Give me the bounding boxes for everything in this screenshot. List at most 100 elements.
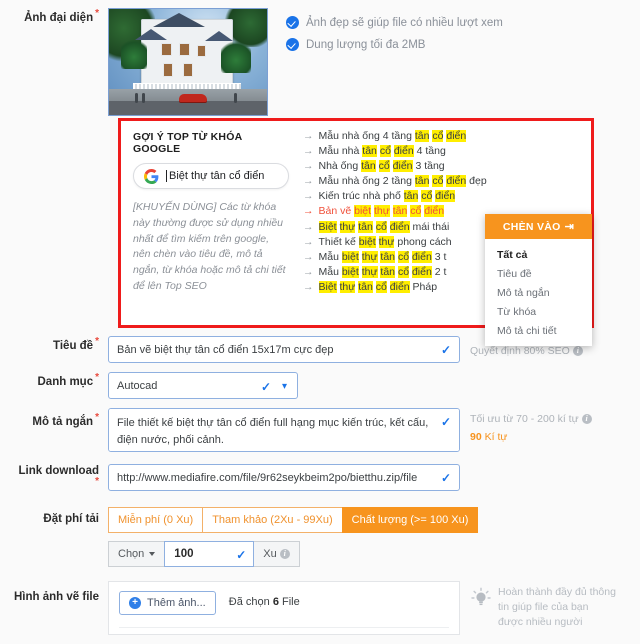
required-marker: * <box>95 372 99 383</box>
thumbnail-window <box>163 63 173 77</box>
fee-option[interactable]: Miễn phí (0 Xu) <box>108 507 203 533</box>
required-marker: * <box>95 412 99 423</box>
xu-amount-input[interactable] <box>164 541 255 567</box>
category-control: Autocad ✓ ▾ <box>108 372 298 399</box>
required-marker: * <box>95 336 99 347</box>
category-label: Danh mục * <box>0 372 108 389</box>
insert-dropdown-option[interactable]: Tiêu đề <box>485 264 592 283</box>
add-image-button[interactable]: + Thêm ảnh... <box>119 591 216 615</box>
keyword-suggestion-item[interactable]: → Kiến trúc nhà phố tân cổ điển <box>303 190 583 203</box>
chevron-down-icon[interactable]: ▾ <box>282 381 287 392</box>
fee-row: Đặt phí tải Miễn phí (0 Xu) Tham khảo (2X… <box>0 507 640 567</box>
bottom-note-text: Hoàn thành đầy đủ thông tin giúp file củ… <box>498 586 616 629</box>
insert-dropdown-header-label: CHÈN VÀO <box>502 221 561 233</box>
download-link-row: Link download* ✓ <box>0 464 640 491</box>
short-desc-label-text: Mô tả ngắn <box>32 415 94 428</box>
check-circle-icon <box>286 16 299 29</box>
category-select[interactable]: Autocad ✓ ▾ <box>108 372 298 399</box>
short-desc-optimal-range: Tối ưu từ 70 - 200 kí tự i <box>470 412 592 428</box>
keyword-suggestion-text: Biệt thự tân cổ điển mái thái <box>318 220 450 233</box>
download-link-label: Link download * <box>0 464 108 489</box>
images-box: + Thêm ảnh... Đã chọn 6 File <box>108 581 460 635</box>
insert-dropdown-option[interactable]: Từ khóa <box>485 302 592 321</box>
short-desc-counter-unit: Kí tự <box>484 430 508 443</box>
keyword-suggestion-item[interactable]: → Mẫu nhà ống 2 tầng tân cổ điển đẹp <box>303 175 583 188</box>
thumbnail-window <box>197 45 206 57</box>
insert-into-dropdown[interactable]: CHÈN VÀO ⇥ Tất cả Tiêu đề Mô tả ngắn Từ khóa… <box>485 214 592 346</box>
title-label-text: Tiêu đề <box>53 339 94 352</box>
keyword-suggestion-text: Kiến trúc nhà phố tân cổ điển <box>318 190 456 203</box>
keyword-box-note: [KHUYẾN DÙNG] Các từ khóa này thường đượ… <box>133 201 286 292</box>
arrow-right-icon: → <box>303 265 314 278</box>
info-icon[interactable]: i <box>572 346 583 357</box>
thumbnail-car <box>179 94 207 102</box>
images-row: Hình ảnh vẽ file + Thêm ảnh... Đã chọn 6… <box>0 581 640 635</box>
download-link-control: ✓ <box>108 464 460 491</box>
keyword-box-title: GỢI Ý TOP TỪ KHÓA GOOGLE <box>133 131 242 155</box>
category-selected-value: Autocad <box>117 379 158 392</box>
google-logo-icon <box>144 168 159 184</box>
images-chosen-suffix: File <box>282 596 300 608</box>
arrow-right-icon: → <box>303 160 314 173</box>
insert-dropdown-option[interactable]: Mô tả ngắn <box>485 283 592 302</box>
title-side-note-text: Quyết định 80% SEO <box>470 345 570 357</box>
short-desc-textarea[interactable]: File thiết kế biệt thự tân cổ điển full … <box>108 408 460 452</box>
keyword-suggestion-item[interactable]: → Mẫu nhà ống 4 tầng tân cổ điển <box>303 130 583 142</box>
arrow-right-icon: → <box>303 145 314 158</box>
xu-chon-dropdown[interactable]: Chọn <box>108 541 165 567</box>
required-marker: * <box>95 8 99 19</box>
images-chosen-count: 6 <box>272 596 279 608</box>
insert-dropdown-option[interactable]: Tất cả <box>485 245 592 264</box>
lightbulb-icon <box>470 587 492 631</box>
google-search-input[interactable]: Biệt thự tân cổ điển <box>133 163 289 189</box>
keyword-suggestion-item[interactable]: → Nhà ống tân cổ điển 3 tầng <box>303 160 583 173</box>
keyword-suggestion-item[interactable]: → Mẫu nhà tân cổ điển 4 tầng <box>303 145 583 158</box>
fee-option[interactable]: Tham khảo (2Xu - 99Xu) <box>202 507 342 533</box>
keyword-suggestion-text: Thiết kế biệt thự phong cách <box>318 235 452 248</box>
info-icon[interactable]: i <box>581 414 592 425</box>
avatar-hint-item: Ảnh đẹp sẽ giúp file có nhiều lượt xem <box>286 16 503 29</box>
thumbnail-window <box>161 43 172 56</box>
insert-dropdown-header[interactable]: CHÈN VÀO ⇥ <box>485 214 592 239</box>
keyword-suggestion-text: Biệt thự tân cổ điển Pháp <box>318 280 438 293</box>
caret-down-icon <box>149 552 156 556</box>
images-label: Hình ảnh vẽ file <box>0 581 108 604</box>
arrow-right-icon: → <box>303 280 314 293</box>
keyword-suggestion-text: Nhà ống tân cổ điển 3 tầng <box>318 160 445 173</box>
upload-form: Tiêu đề* ✓ Quyết định 80% SEOi Danh mục*… <box>0 336 640 644</box>
images-chosen-prefix: Đã chọn <box>228 596 270 608</box>
xu-chon-label: Chọn <box>118 548 145 560</box>
bottom-note: Hoàn thành đầy đủ thông tin giúp file củ… <box>460 581 616 631</box>
avatar-hint-text: Ảnh đẹp sẽ giúp file có nhiều lượt xem <box>306 16 503 29</box>
arrow-right-icon: → <box>303 235 314 248</box>
thumbnail-palm <box>121 39 147 69</box>
thumbnail-person <box>142 93 145 103</box>
category-row: Danh mục * Autocad ✓ ▾ <box>0 372 640 399</box>
avatar-thumbnail[interactable] <box>108 8 268 116</box>
fee-label-text: Đặt phí tải <box>43 513 99 525</box>
keyword-suggestion-text: Bản vẽ biệt thự tân cổ điển <box>318 205 445 218</box>
avatar-row: Ảnh đại diện * Ảnh đẹp sẽ giúp file có nh… <box>0 0 640 116</box>
fee-option[interactable]: Chất lượng (>= 100 Xu) <box>341 507 479 533</box>
keyword-suggestion-text: Mẫu nhà ống 4 tầng tân cổ điển <box>318 130 467 142</box>
short-desc-control: File thiết kế biệt thự tân cổ điển full … <box>108 408 460 455</box>
title-control: ✓ <box>108 336 460 363</box>
keyword-suggestion-text: Mẫu biệt thự tân cổ điển 2 t <box>318 265 447 278</box>
download-link-input[interactable] <box>108 464 460 491</box>
category-valid-check-icon: ✓ <box>260 380 271 394</box>
info-icon[interactable]: i <box>279 549 290 559</box>
thumbnail-palm <box>221 41 251 73</box>
title-input[interactable] <box>108 336 460 363</box>
keyword-suggestion-text: Mẫu biệt thự tân cổ điển 3 t <box>318 250 447 263</box>
category-label-text: Danh mục <box>37 375 94 388</box>
images-chosen-status: Đã chọn 6 File <box>229 596 300 608</box>
insert-dropdown-option[interactable]: Mô tả chi tiết <box>485 321 592 340</box>
avatar-hint-item: Dung lượng tối đa 2MB <box>286 38 503 51</box>
fee-label: Đặt phí tải <box>0 507 108 526</box>
short-desc-row: Mô tả ngắn * File thiết kế biệt thự tân c… <box>0 408 640 455</box>
check-circle-icon <box>286 38 299 51</box>
keyword-suggestion-text: Mẫu nhà tân cổ điển 4 tầng <box>318 145 446 158</box>
thumbnail-roof-center <box>153 13 205 27</box>
short-desc-counter: 90 Kí tự <box>470 430 592 446</box>
thumbnail-person <box>234 93 237 103</box>
